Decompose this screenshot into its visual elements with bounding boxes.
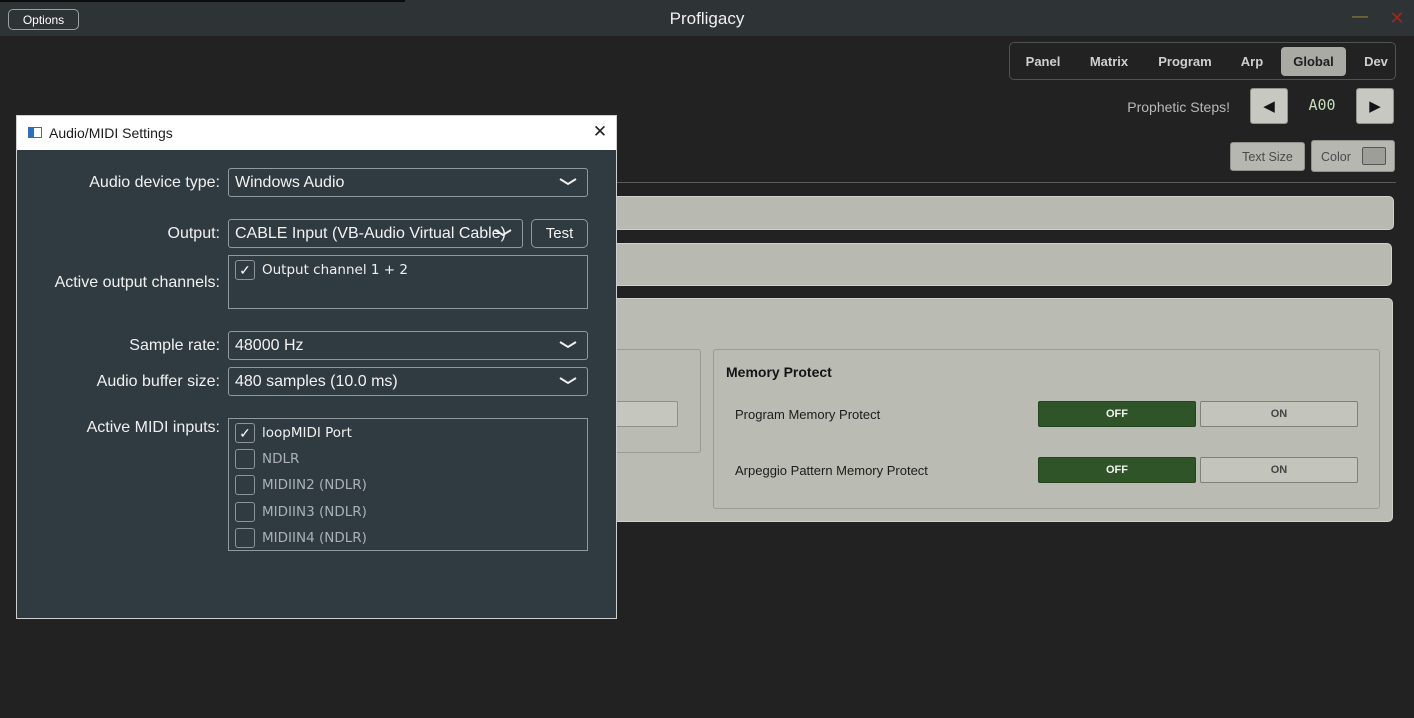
buffer-size-select[interactable]: 480 samples (10.0 ms) xyxy=(228,367,588,396)
prophetic-steps-label: Prophetic Steps! xyxy=(1127,99,1230,115)
output-channels-label: Active output channels: xyxy=(54,274,220,291)
test-button[interactable]: Test xyxy=(531,219,588,248)
chevron-down-icon xyxy=(559,377,577,385)
tab-global[interactable]: Global xyxy=(1281,47,1346,76)
output-label: Output: xyxy=(167,225,220,242)
list-item[interactable]: MIDIIN2 (NDLR) xyxy=(235,475,367,495)
close-window-button[interactable]: ✕ xyxy=(1389,9,1405,27)
dialog-title-bar[interactable]: Audio/MIDI Settings ✕ xyxy=(17,116,616,150)
buffer-size-label: Audio buffer size: xyxy=(96,373,220,390)
section-bar xyxy=(600,196,1394,230)
audio-midi-settings-dialog: Audio/MIDI Settings ✕ Audio device type:… xyxy=(16,115,617,619)
tab-arp[interactable]: Arp xyxy=(1230,47,1274,76)
sample-rate-value: 48000 Hz xyxy=(235,337,304,354)
tab-bar: Panel Matrix Program Arp Global Dev xyxy=(1009,42,1396,80)
midi-inputs-list: ✓ loopMIDI Port NDLR MIDIIN2 (NDLR) MIDI… xyxy=(228,418,588,551)
divider xyxy=(600,182,1396,183)
window-icon xyxy=(28,127,42,138)
midi-inputs-label: Active MIDI inputs: xyxy=(86,419,220,436)
list-item[interactable]: ✓ loopMIDI Port xyxy=(235,423,352,443)
chevron-down-icon xyxy=(494,229,512,237)
list-item[interactable]: NDLR xyxy=(235,449,299,469)
list-item[interactable]: MIDIIN3 (NDLR) xyxy=(235,502,367,522)
options-button[interactable]: Options xyxy=(8,9,79,30)
checkbox[interactable] xyxy=(235,475,255,495)
patch-number: A00 xyxy=(1308,96,1336,114)
right-arrow-icon: ▶ xyxy=(1369,98,1381,115)
chevron-down-icon xyxy=(559,341,577,349)
sample-rate-select[interactable]: 48000 Hz xyxy=(228,331,588,360)
list-item-label: MIDIIN2 (NDLR) xyxy=(262,477,367,493)
device-type-label: Audio device type: xyxy=(89,174,220,191)
title-bar xyxy=(0,0,1414,36)
tab-matrix[interactable]: Matrix xyxy=(1078,47,1140,76)
arpeggio-memory-protect-label: Arpeggio Pattern Memory Protect xyxy=(735,463,928,478)
list-item-label: MIDIIN3 (NDLR) xyxy=(262,504,367,520)
program-memory-protect-on-button[interactable]: ON xyxy=(1200,401,1358,427)
dialog-title: Audio/MIDI Settings xyxy=(49,125,173,141)
checkbox[interactable] xyxy=(235,502,255,522)
checkbox[interactable]: ✓ xyxy=(235,423,255,443)
list-item-label: Output channel 1 + 2 xyxy=(262,262,408,278)
left-arrow-icon: ◀ xyxy=(1263,98,1275,115)
color-swatch xyxy=(1362,147,1386,165)
top-edge xyxy=(0,0,405,2)
next-patch-button[interactable]: ▶ xyxy=(1356,88,1394,124)
section-bar xyxy=(600,243,1392,286)
output-channels-list: ✓ Output channel 1 + 2 xyxy=(228,255,588,309)
output-select[interactable]: CABLE Input (VB-Audio Virtual Cable) xyxy=(228,219,523,248)
device-type-select[interactable]: Windows Audio xyxy=(228,168,588,197)
text-size-button[interactable]: Text Size xyxy=(1230,142,1305,171)
arpeggio-memory-protect-on-button[interactable]: ON xyxy=(1200,457,1358,483)
program-memory-protect-label: Program Memory Protect xyxy=(735,407,881,422)
tab-program[interactable]: Program xyxy=(1148,47,1222,76)
color-button-label: Color xyxy=(1321,150,1351,164)
sample-rate-label: Sample rate: xyxy=(129,337,220,354)
dialog-close-button[interactable]: ✕ xyxy=(590,122,610,142)
device-type-value: Windows Audio xyxy=(235,174,345,191)
tab-panel[interactable]: Panel xyxy=(1016,47,1070,76)
program-memory-protect-off-button[interactable]: OFF xyxy=(1038,401,1196,427)
list-item[interactable]: ✓ Output channel 1 + 2 xyxy=(235,260,408,280)
memory-protect-title: Memory Protect xyxy=(726,364,832,380)
output-value: CABLE Input (VB-Audio Virtual Cable) xyxy=(235,225,506,242)
checkbox[interactable] xyxy=(235,528,255,548)
list-item-label: loopMIDI Port xyxy=(262,425,352,441)
color-button[interactable]: Color xyxy=(1311,140,1395,172)
minimize-button[interactable]: — xyxy=(1352,9,1368,26)
list-item-label: NDLR xyxy=(262,451,300,467)
prev-patch-button[interactable]: ◀ xyxy=(1250,88,1288,124)
checkbox[interactable] xyxy=(235,449,255,469)
checkbox[interactable]: ✓ xyxy=(235,260,255,280)
tab-dev[interactable]: Dev xyxy=(1352,47,1400,76)
buffer-size-value: 480 samples (10.0 ms) xyxy=(235,373,398,390)
list-item-label: MIDIIN4 (NDLR) xyxy=(262,530,367,546)
chevron-down-icon xyxy=(559,178,577,186)
arpeggio-memory-protect-off-button[interactable]: OFF xyxy=(1038,457,1196,483)
list-item[interactable]: MIDIIN4 (NDLR) xyxy=(235,528,367,548)
